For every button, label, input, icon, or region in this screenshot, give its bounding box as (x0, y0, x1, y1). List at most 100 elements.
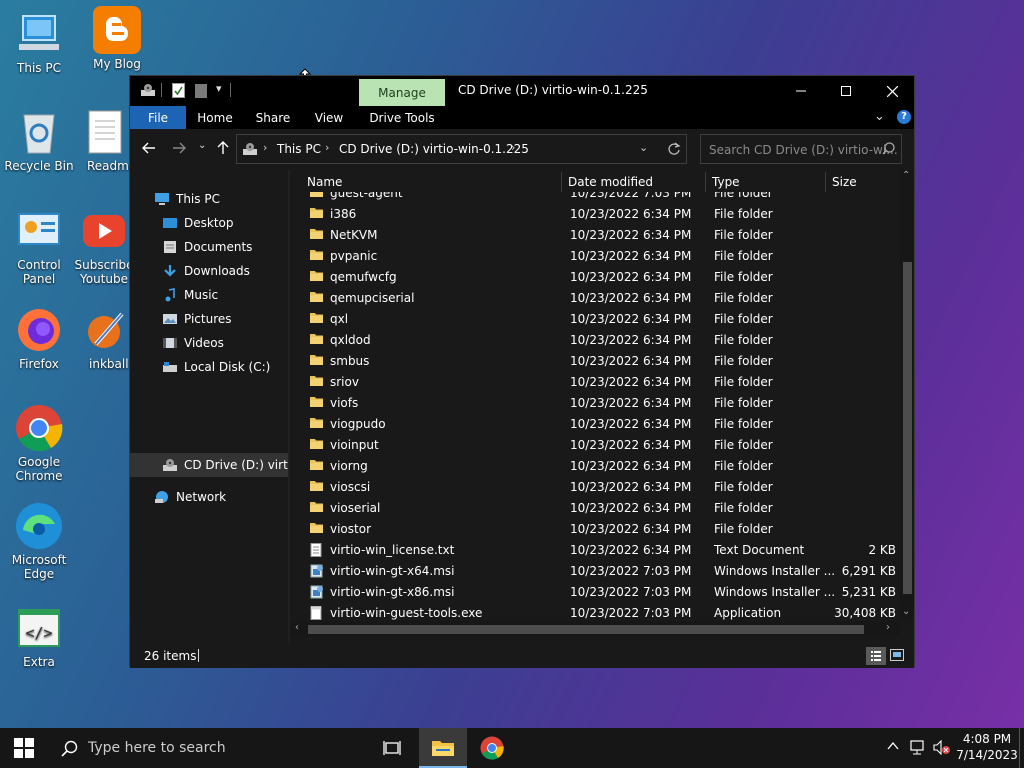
file-row[interactable]: guest-agent 10/23/2022 7:03 PM File folder (290, 192, 900, 203)
file-row[interactable]: virtio-win-guest-tools.exe 10/23/2022 7:0… (290, 602, 900, 620)
tab-share[interactable]: Share (248, 106, 298, 129)
up-button[interactable] (216, 140, 230, 158)
file-row[interactable]: sriov 10/23/2022 6:34 PM File folder (290, 371, 900, 392)
desktop-icon-control-panel[interactable]: Control Panel (0, 207, 78, 286)
file-row[interactable]: qemufwcfg 10/23/2022 6:34 PM File folder (290, 266, 900, 287)
document-icon (81, 108, 129, 156)
nav-item-documents[interactable]: Documents (162, 236, 252, 258)
file-row[interactable]: viogpudo 10/23/2022 6:34 PM File folder (290, 413, 900, 434)
taskbar-search-box[interactable]: Type here to search (48, 728, 368, 768)
file-row[interactable]: vioinput 10/23/2022 6:34 PM File folder (290, 434, 900, 455)
chrome-icon (15, 404, 63, 452)
file-row[interactable]: NetKVM 10/23/2022 6:34 PM File folder (290, 224, 900, 245)
show-hidden-icons-chevron-icon[interactable] (887, 740, 899, 754)
address-bar[interactable]: › This PC › CD Drive (D:) virtio-win-0.1… (236, 134, 687, 164)
desktop-icon-subscribe-youtube[interactable]: Subscribe Youtube (72, 207, 136, 286)
title-bar[interactable]: ▾ Manage CD Drive (D:) virtio-win-0.1.22… (130, 76, 914, 106)
chevron-down-icon[interactable]: ▾ (216, 82, 222, 95)
nav-item-desktop[interactable]: Desktop (162, 212, 234, 234)
file-row[interactable]: vioserial 10/23/2022 6:34 PM File folder (290, 497, 900, 518)
desktop-icon-google-chrome[interactable]: Google Chrome (0, 404, 78, 483)
file-row[interactable]: pvpanic 10/23/2022 6:34 PM File folder (290, 245, 900, 266)
computer-icon (154, 192, 170, 206)
file-row[interactable]: viofs 10/23/2022 6:34 PM File folder (290, 392, 900, 413)
nav-item-network[interactable]: Network (154, 486, 226, 508)
recent-locations-chevron-icon[interactable]: ⌄ (198, 140, 206, 151)
file-row[interactable]: viorng 10/23/2022 6:34 PM File folder (290, 455, 900, 476)
scroll-down-arrow-icon[interactable]: ⌄ (902, 606, 910, 617)
nav-item-cd-drive[interactable]: CD Drive (D:) virtio- (162, 454, 303, 476)
nav-item-label: Music (184, 288, 219, 302)
file-explorer-window[interactable]: ▾ Manage CD Drive (D:) virtio-win-0.1.22… (129, 75, 915, 668)
blogger-icon (93, 6, 141, 54)
desktop-icon-label: inkball. (89, 357, 132, 371)
tab-home[interactable]: Home (190, 106, 240, 129)
forward-button[interactable] (172, 141, 186, 158)
large-icons-view-button[interactable] (890, 649, 904, 664)
column-header-date[interactable]: Date modified (568, 175, 653, 189)
taskbar-file-explorer[interactable] (419, 728, 467, 768)
desktop-icon-microsoft-edge[interactable]: Microsoft Edge (0, 502, 78, 581)
file-row[interactable]: viostor 10/23/2022 6:34 PM File folder (290, 518, 900, 539)
scroll-up-arrow-icon[interactable]: ⌃ (902, 170, 910, 181)
tab-manage[interactable]: Manage (359, 79, 445, 106)
file-row[interactable]: virtio-win-gt-x86.msi 10/23/2022 7:03 PM W… (290, 581, 900, 602)
clock[interactable]: 4:08 PM 7/14/2023 (955, 731, 1019, 763)
breadcrumb-cd-drive[interactable]: CD Drive (D:) virtio-win-0.1.225 (339, 142, 529, 156)
desktop-icon-readme[interactable]: Readme (78, 108, 132, 173)
file-row[interactable]: qxldod 10/23/2022 6:34 PM File folder (290, 329, 900, 350)
start-button[interactable] (0, 728, 48, 768)
address-history-chevron-icon[interactable]: ⌄ (639, 141, 648, 154)
properties-icon[interactable] (172, 83, 185, 98)
nav-item-local-disk[interactable]: Local Disk (C:) (162, 356, 270, 378)
horizontal-scroll-thumb[interactable] (308, 625, 864, 634)
search-input[interactable]: Search CD Drive (D:) virtio-wi... (700, 134, 902, 164)
expand-ribbon-chevron-icon[interactable]: ⌄ (874, 109, 885, 124)
task-view-button[interactable] (372, 728, 412, 768)
minimize-button[interactable] (778, 76, 824, 106)
file-row[interactable]: vioscsi 10/23/2022 6:34 PM File folder (290, 476, 900, 497)
column-header-type[interactable]: Type (712, 175, 740, 189)
tab-drive-tools[interactable]: Drive Tools (362, 106, 442, 129)
nav-item-music[interactable]: Music (162, 284, 218, 306)
file-row[interactable]: smbus 10/23/2022 6:34 PM File folder (290, 350, 900, 371)
scroll-left-arrow-icon[interactable]: ‹ (295, 622, 299, 633)
folder-icon (310, 192, 323, 198)
horizontal-scrollbar[interactable]: ‹ › (290, 621, 900, 637)
back-button[interactable] (142, 141, 156, 158)
nav-item-downloads[interactable]: Downloads (162, 260, 250, 282)
nav-item-this-pc[interactable]: This PC (154, 188, 220, 210)
desktop-icon-my-blog[interactable]: My Blog (78, 6, 156, 71)
desktop-icon-firefox[interactable]: Firefox (0, 306, 78, 371)
volume-muted-icon[interactable] (933, 739, 951, 758)
show-desktop-button[interactable] (1019, 728, 1024, 768)
nav-item-label: Network (176, 490, 227, 504)
network-tray-icon[interactable] (910, 740, 926, 758)
vertical-scroll-thumb[interactable] (903, 262, 912, 594)
tab-file[interactable]: File (130, 106, 186, 129)
details-view-button[interactable] (866, 647, 886, 665)
file-row[interactable]: virtio-win-gt-x64.msi 10/23/2022 7:03 PM W… (290, 560, 900, 581)
file-row[interactable]: qemupciserial 10/23/2022 6:34 PM File fold… (290, 287, 900, 308)
file-row[interactable]: virtio-win_license.txt 10/23/2022 6:34 PM… (290, 539, 900, 560)
new-folder-icon[interactable] (195, 84, 207, 98)
file-row[interactable]: qxl 10/23/2022 6:34 PM File folder (290, 308, 900, 329)
scroll-right-arrow-icon[interactable]: › (886, 622, 890, 633)
refresh-icon[interactable] (667, 142, 681, 159)
breadcrumb-this-pc[interactable]: This PC (277, 142, 321, 156)
desktop-icon-inkball[interactable]: inkball. (80, 306, 132, 371)
taskbar-chrome[interactable] (468, 728, 516, 768)
vertical-scrollbar[interactable]: ⌃ ⌄ (900, 170, 914, 620)
column-header-name[interactable]: Name (307, 175, 342, 189)
file-row[interactable]: i386 10/23/2022 6:34 PM File folder (290, 203, 900, 224)
desktop-icon-extra[interactable]: </> Extra (0, 604, 78, 669)
nav-item-videos[interactable]: Videos (162, 332, 224, 354)
column-header-size[interactable]: Size (832, 175, 857, 189)
desktop-icon-recycle-bin[interactable]: Recycle Bin (0, 108, 78, 173)
nav-item-pictures[interactable]: Pictures (162, 308, 232, 330)
close-button[interactable] (869, 76, 915, 106)
tab-view[interactable]: View (306, 106, 352, 129)
maximize-button[interactable] (823, 76, 869, 106)
desktop-icon-this-pc[interactable]: This PC (0, 10, 78, 75)
help-icon[interactable]: ? (897, 110, 911, 124)
